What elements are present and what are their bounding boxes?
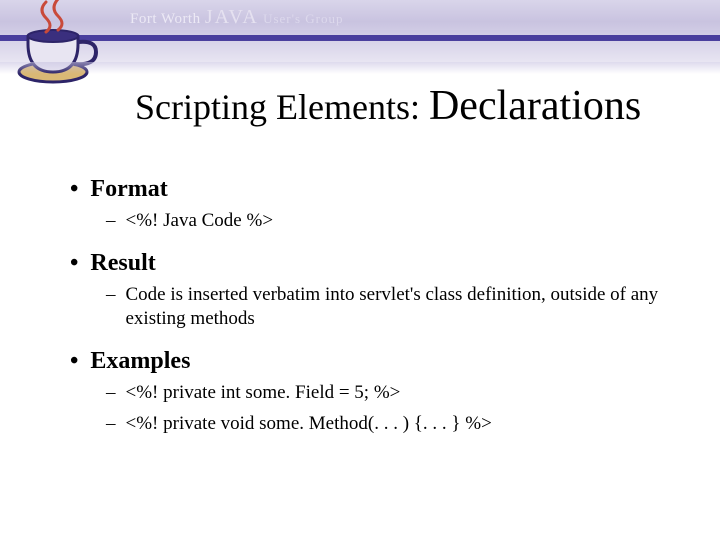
header-org-text: Fort Worth JAVA User's Group <box>130 6 344 29</box>
list-item: <%! private void some. Method(. . . ) {.… <box>106 412 680 437</box>
org-suffix: User's Group <box>263 11 343 26</box>
list-item-text: <%! Java Code %> <box>126 209 274 234</box>
section-heading-text: Format <box>90 176 167 202</box>
title-part2: Declarations <box>429 83 641 129</box>
slide-title: Scripting Elements: Declarations <box>135 82 641 130</box>
list-item-text: <%! private void some. Method(. . . ) {.… <box>126 412 492 437</box>
list-item: <%! Java Code %> <box>106 209 680 234</box>
org-prefix: Fort Worth <box>130 11 201 27</box>
slide-content: Format <%! Java Code %> Result Code is i… <box>70 160 680 442</box>
header-band: Fort Worth JAVA User's Group <box>0 0 720 62</box>
list-item: Code is inserted verbatim into servlet's… <box>106 283 680 332</box>
header-shadow <box>0 62 720 74</box>
section-heading-text: Examples <box>90 348 190 374</box>
java-coffee-icon <box>8 0 108 94</box>
section-heading: Result <box>70 250 680 277</box>
list-item-text: <%! private int some. Field = 5; %> <box>126 381 401 406</box>
title-part1: Scripting Elements: <box>135 87 429 127</box>
section-heading: Format <box>70 176 680 203</box>
list-item-text: Code is inserted verbatim into servlet's… <box>126 283 666 332</box>
section-heading: Examples <box>70 348 680 375</box>
org-java: JAVA <box>205 6 259 28</box>
section-heading-text: Result <box>90 250 155 276</box>
list-item: <%! private int some. Field = 5; %> <box>106 381 680 406</box>
header-stripe <box>0 35 720 41</box>
